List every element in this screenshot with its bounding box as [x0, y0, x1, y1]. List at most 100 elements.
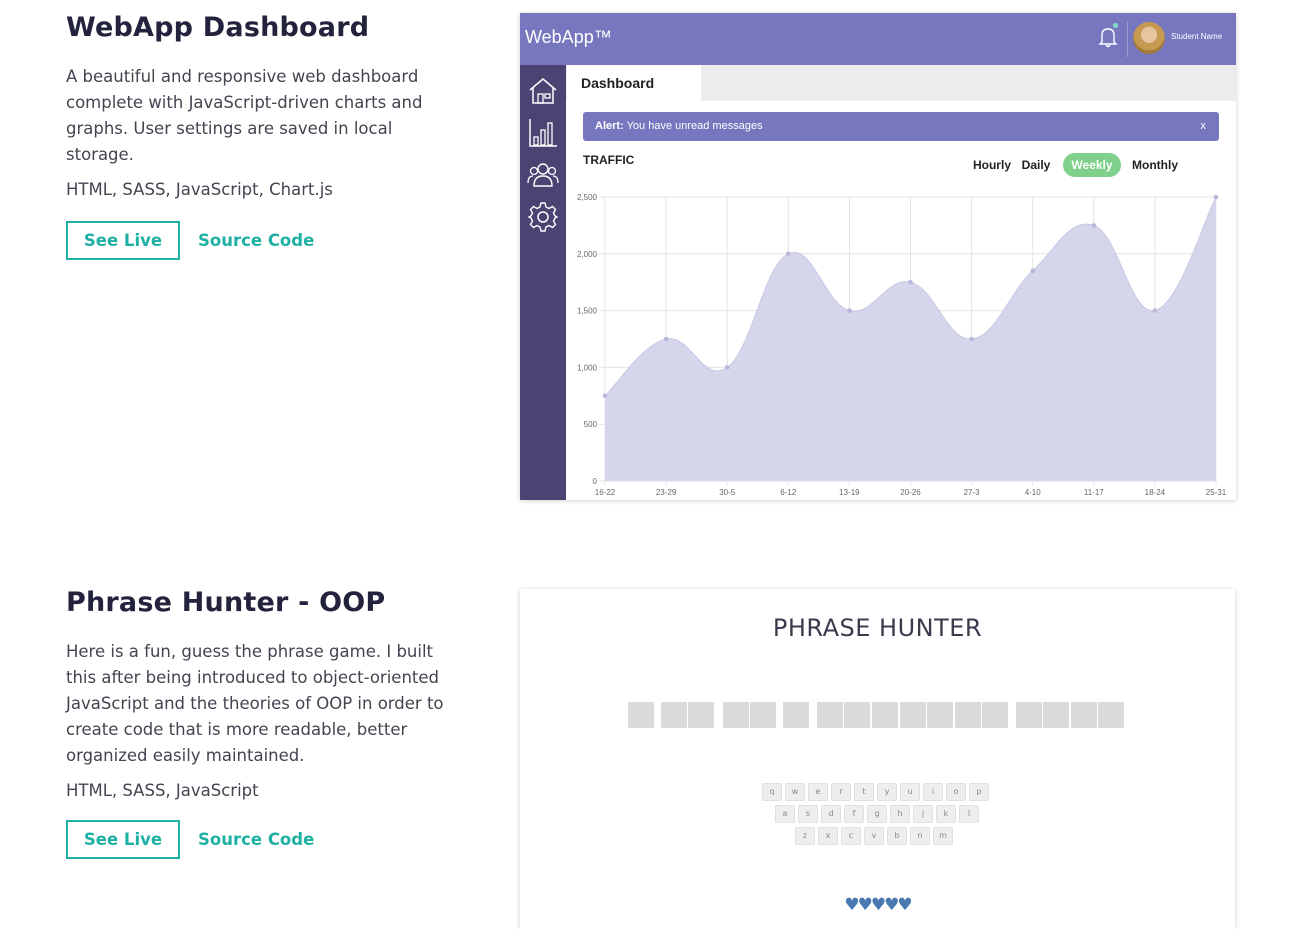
y-tick-label: 500	[584, 420, 598, 429]
project-description: A beautiful and responsive web dashboard…	[66, 67, 423, 164]
x-tick-label: 4-10	[1025, 488, 1042, 497]
y-tick-label: 2,000	[577, 250, 598, 259]
x-tick-label: 6-12	[780, 488, 797, 497]
phrase-letter-tile	[1071, 702, 1097, 728]
phrase-hunter-preview-image[interactable]: PHRASE HUNTER ♥♥♥♥♥ qwertyuiop asdfghjkl z…	[520, 589, 1235, 929]
phrase-letter-tile	[783, 702, 809, 728]
phrase-letter-tile	[750, 702, 776, 728]
phrase-letter-tile	[955, 702, 981, 728]
project-description: Here is a fun, guess the phrase game. I …	[66, 642, 444, 765]
phrase-letter-tile	[1016, 702, 1042, 728]
traffic-point	[847, 308, 852, 313]
range-weekly: Weekly	[1063, 153, 1121, 177]
phrase-letter-tile	[661, 702, 687, 728]
project-tech: HTML, SASS, JavaScript, Chart.js	[66, 180, 333, 199]
alert-close: x	[1200, 120, 1207, 132]
key-h: h	[890, 805, 910, 823]
see-live-button[interactable]: See Live	[66, 820, 180, 859]
key-d: d	[821, 805, 841, 823]
traffic-point	[1213, 194, 1219, 200]
phrase-letter-tile	[982, 702, 1008, 728]
range-hourly: Hourly	[972, 158, 1011, 172]
tab-dashboard: Dashboard	[567, 65, 701, 101]
traffic-point	[786, 251, 791, 257]
phrase-letter-tile	[844, 702, 870, 728]
y-tick-label: 1,500	[577, 307, 598, 316]
x-tick-label: 27-3	[964, 488, 981, 497]
key-o: o	[946, 783, 966, 801]
key-p: p	[969, 783, 989, 801]
x-tick-label: 23-29	[656, 488, 677, 497]
key-c: c	[841, 827, 861, 845]
traffic-point	[969, 336, 974, 342]
alert-banner: Alert: You have unread messages x	[583, 112, 1219, 141]
y-tick-label: 1,000	[577, 363, 598, 372]
key-f: f	[844, 805, 864, 823]
source-code-link[interactable]: Source Code	[198, 231, 314, 250]
traffic-point	[1030, 268, 1035, 274]
x-tick-label: 20-26	[900, 488, 921, 497]
dashboard-preview-image[interactable]: WebApp™ Student Name Dashboard Alert: Yo…	[520, 13, 1236, 500]
key-j: j	[913, 805, 933, 823]
key-r: r	[831, 783, 851, 801]
alert-text: You have unread messages	[626, 120, 763, 132]
traffic-point	[663, 336, 669, 342]
project-tech: HTML, SASS, JavaScript	[66, 781, 259, 800]
key-w: w	[785, 783, 805, 801]
key-e: e	[808, 783, 828, 801]
x-tick-label: 25-31	[1206, 488, 1227, 497]
y-tick-label: 0	[593, 477, 598, 486]
phrase-letter-tile	[1098, 702, 1124, 728]
project-title: Phrase Hunter - OOP	[66, 587, 386, 618]
traffic-point	[602, 393, 608, 399]
preview-logo: WebApp™	[525, 27, 612, 47]
notification-dot	[1113, 23, 1118, 28]
traffic-chart: 0 500 1,000 1,500 2,000 2,500 16-22 23-29 30-5 6-…	[577, 193, 1227, 497]
key-z: z	[795, 827, 815, 845]
preview-header	[520, 13, 1236, 65]
y-tick-label: 2,500	[577, 193, 598, 202]
x-tick-label: 11-17	[1084, 488, 1104, 497]
x-tick-label: 13-19	[839, 488, 860, 497]
avatar	[1133, 22, 1165, 54]
phrase-letter-tile	[817, 702, 843, 728]
source-code-link[interactable]: Source Code	[198, 830, 314, 849]
key-u: u	[900, 783, 920, 801]
preview-sidebar	[520, 65, 566, 500]
project-phrase-hunter: Phrase Hunter - OOP Here is a fun, guess…	[66, 586, 456, 859]
key-s: s	[798, 805, 818, 823]
alert-label: Alert:	[595, 120, 624, 132]
project-title: WebApp Dashboard	[66, 12, 370, 43]
key-y: y	[877, 783, 897, 801]
phrase-letter-tile	[723, 702, 749, 728]
key-n: n	[910, 827, 930, 845]
key-q: q	[762, 783, 782, 801]
phrase-letter-tile	[900, 702, 926, 728]
see-live-button[interactable]: See Live	[66, 221, 180, 260]
gear-icon	[527, 202, 559, 232]
key-b: b	[887, 827, 907, 845]
phrase-letter-tile	[628, 702, 654, 728]
lives-hearts: ♥♥♥♥♥	[844, 895, 912, 915]
key-i: i	[923, 783, 943, 801]
traffic-point	[1091, 223, 1097, 228]
users-icon	[527, 163, 559, 187]
key-x: x	[818, 827, 838, 845]
home-icon	[529, 78, 557, 104]
x-tick-label: 30-5	[719, 488, 736, 497]
phrase-letter-tile	[872, 702, 898, 728]
traffic-title: TRAFFIC	[583, 153, 635, 167]
preview-user-name: Student Name	[1171, 32, 1223, 41]
key-g: g	[867, 805, 887, 823]
bell-icon	[1098, 28, 1118, 48]
header-divider	[1127, 21, 1128, 57]
bar-chart-icon	[529, 119, 557, 147]
traffic-point	[1152, 308, 1158, 313]
traffic-point	[724, 365, 730, 370]
phrase-hunter-title: PHRASE HUNTER	[772, 614, 983, 642]
key-k: k	[936, 805, 956, 823]
key-m: m	[933, 827, 953, 845]
key-v: v	[864, 827, 884, 845]
project-webapp-dashboard: WebApp Dashboard A beautiful and respons…	[66, 11, 456, 260]
x-tick-label: 16-22	[595, 488, 616, 497]
